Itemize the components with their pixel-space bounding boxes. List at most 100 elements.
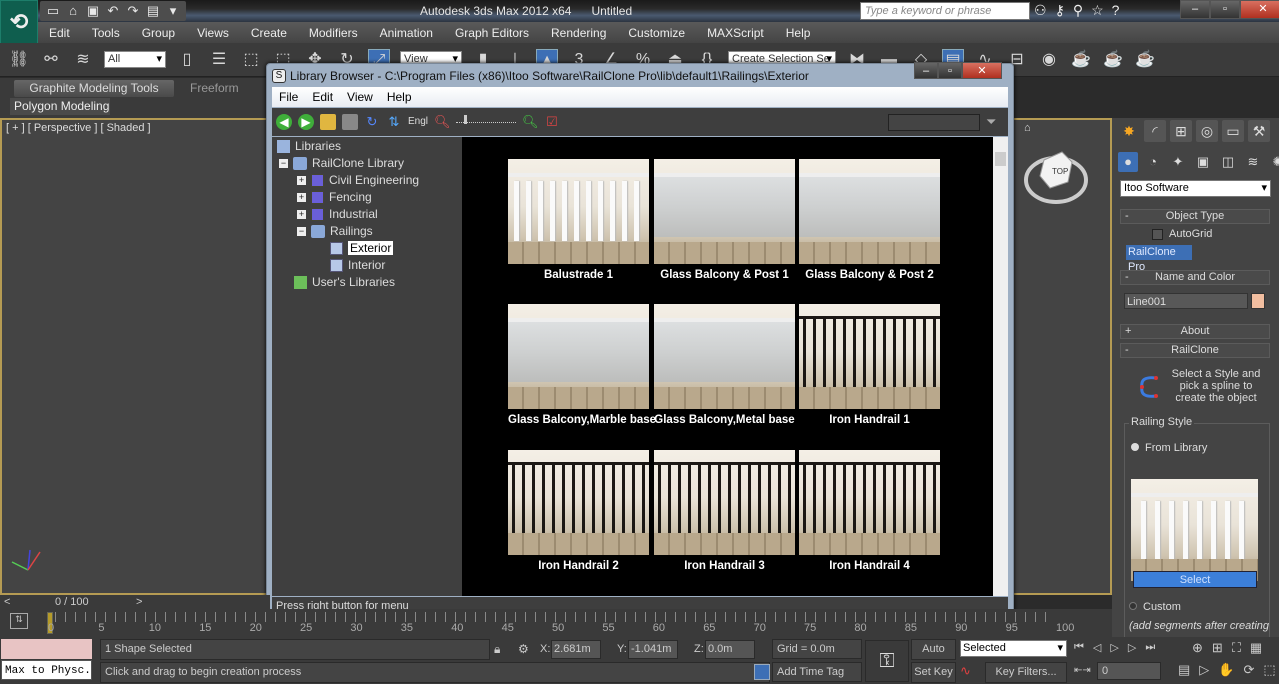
field-of-view-icon[interactable]: ▷	[1199, 662, 1209, 678]
dialog-menu-edit[interactable]: Edit	[305, 90, 340, 104]
time-slider[interactable]	[0, 595, 270, 609]
library-item-thumbnail[interactable]	[799, 304, 940, 409]
set-keys-icon[interactable]: ⚿	[865, 640, 909, 682]
radio-selected[interactable]	[1131, 443, 1139, 451]
time-slider-prev[interactable]: <	[4, 596, 10, 608]
tab-freeform[interactable]: Freeform	[190, 80, 239, 97]
zoom-icon[interactable]: ⊕	[1192, 640, 1203, 656]
menu-animation[interactable]: Animation	[369, 26, 444, 40]
back-icon[interactable]: ◀	[276, 114, 292, 130]
mini-curve-editor-icon[interactable]: ⇅	[10, 613, 28, 629]
helpers-icon[interactable]: ◫	[1218, 152, 1238, 172]
key-icon[interactable]: ⚷	[1055, 2, 1065, 19]
lights-icon[interactable]: ✦	[1168, 152, 1188, 172]
satellite-icon[interactable]: ⚲	[1073, 2, 1083, 19]
select-style-button[interactable]: Select	[1133, 571, 1257, 588]
checkbox-box[interactable]	[1152, 228, 1163, 240]
play-icon[interactable]: ▷	[1110, 641, 1118, 654]
key-mode-dropdown[interactable]: Selected	[960, 640, 1067, 657]
previous-frame-icon[interactable]: ◁	[1093, 641, 1101, 654]
customize-qat-icon[interactable]: ▾	[166, 4, 180, 18]
render-setup-icon[interactable]: ☕	[1070, 49, 1092, 71]
time-slider-next[interactable]: >	[136, 596, 142, 608]
y-coordinate-input[interactable]: -1.041m	[628, 640, 678, 659]
spacewarps-icon[interactable]: ≋	[1243, 152, 1263, 172]
tree-node-exterior[interactable]: Exterior	[330, 241, 394, 255]
select-by-name-icon[interactable]: ☰	[208, 49, 230, 71]
scrollbar-thumb[interactable]	[995, 152, 1006, 166]
tree-node-interior[interactable]: Interior	[330, 258, 385, 272]
time-configuration-icon[interactable]: ▤	[1178, 662, 1190, 678]
library-item-thumbnail[interactable]	[799, 159, 940, 264]
zoom-extents-icon[interactable]: ⛶	[1232, 640, 1241, 656]
minimize-button[interactable]: –	[1180, 0, 1210, 19]
object-color-swatch[interactable]	[1251, 293, 1265, 309]
selection-filter-dropdown[interactable]: All	[104, 51, 166, 68]
library-item[interactable]: Iron Handrail 4	[799, 450, 940, 572]
time-tag-icon[interactable]	[754, 664, 770, 680]
railclone-pro-button[interactable]: RailClone Pro	[1126, 245, 1192, 273]
library-search-input[interactable]	[888, 114, 980, 131]
tree-node-users-libraries[interactable]: User's Libraries	[294, 275, 395, 289]
motion-tab-icon[interactable]: ◎	[1196, 120, 1218, 142]
dialog-title-bar[interactable]: S Library Browser - C:\Program Files (x86…	[272, 66, 1012, 86]
library-item[interactable]: Iron Handrail 2	[508, 450, 649, 572]
sort-icon[interactable]: ⇅	[386, 114, 402, 130]
menu-graph-editors[interactable]: Graph Editors	[444, 26, 540, 40]
open-folder-icon[interactable]	[320, 114, 336, 130]
orbit-icon[interactable]: ⟳	[1243, 662, 1254, 678]
render-production-icon[interactable]: ☕	[1134, 49, 1156, 71]
project-folder-icon[interactable]: ▤	[146, 4, 160, 18]
zoom-out-icon[interactable]: 🔍︎	[434, 114, 451, 130]
maximize-viewport-icon[interactable]: ⬚	[1263, 662, 1275, 678]
link-icon[interactable]: ⛓	[8, 49, 30, 71]
systems-icon[interactable]: ✺	[1268, 152, 1279, 172]
railclone-rollout-header[interactable]: - RailClone	[1120, 343, 1270, 358]
library-item[interactable]: Glass Balcony,Metal base	[654, 304, 795, 426]
z-coordinate-input[interactable]: 0.0m	[705, 640, 755, 659]
viewport-label[interactable]: [ + ] [ Perspective ] [ Shaded ]	[6, 122, 151, 134]
material-editor-icon[interactable]: ◉	[1038, 49, 1060, 71]
library-item-thumbnail[interactable]	[654, 304, 795, 409]
display-tab-icon[interactable]: ▭	[1222, 120, 1244, 142]
tab-graphite-modeling-tools[interactable]: Graphite Modeling Tools	[14, 80, 174, 97]
auto-key-button[interactable]: Auto Key	[911, 639, 956, 674]
key-mode-toggle-icon[interactable]: ⇤⇥	[1074, 665, 1091, 676]
new-file-icon[interactable]: ▭	[46, 4, 60, 18]
library-item-thumbnail[interactable]	[799, 450, 940, 555]
menu-tools[interactable]: Tools	[81, 26, 131, 40]
select-object-icon[interactable]: ▯	[176, 49, 198, 71]
slider-thumb[interactable]	[464, 115, 467, 124]
menu-views[interactable]: Views	[186, 26, 240, 40]
binoculars-icon[interactable]: ⚇	[1034, 2, 1047, 19]
zoom-extents-all-icon[interactable]: ▦	[1250, 640, 1262, 656]
viewcube[interactable]: TOP	[1022, 140, 1090, 208]
library-item[interactable]: Iron Handrail 1	[799, 304, 940, 426]
collapse-icon[interactable]: −	[279, 158, 288, 168]
default-tangent-icon[interactable]: ∿	[960, 663, 971, 679]
open-file-icon[interactable]: ⌂	[66, 4, 80, 18]
redo-icon[interactable]: ↷	[126, 4, 140, 18]
menu-create[interactable]: Create	[240, 26, 298, 40]
tree-node-railclone-library[interactable]: − RailClone Library	[279, 156, 404, 170]
next-frame-icon[interactable]: ▷	[1128, 641, 1136, 654]
from-library-radio[interactable]: From Library	[1131, 442, 1207, 454]
star-icon[interactable]: ☆	[1091, 2, 1104, 19]
add-time-tag[interactable]: Add Time Tag	[772, 662, 862, 682]
hierarchy-tab-icon[interactable]: ⊞	[1170, 120, 1192, 142]
maxscript-mini-listener[interactable]: Max to Physc.	[1, 660, 92, 680]
expand-icon[interactable]: +	[297, 175, 306, 185]
key-filters-button[interactable]: Key Filters...	[985, 662, 1067, 683]
menu-customize[interactable]: Customize	[617, 26, 696, 40]
about-rollout-header[interactable]: + About	[1120, 324, 1270, 339]
library-item-thumbnail[interactable]	[508, 159, 649, 264]
polygon-modeling-panel[interactable]: Polygon Modeling	[10, 98, 110, 115]
go-to-start-icon[interactable]: ⏮	[1074, 641, 1084, 654]
dialog-menu-view[interactable]: View	[340, 90, 380, 104]
object-category-dropdown[interactable]: Itoo Software	[1120, 180, 1271, 197]
forward-icon[interactable]: ▶	[298, 114, 314, 130]
help-icon[interactable]: ?	[1112, 2, 1120, 19]
utilities-tab-icon[interactable]: ⚒	[1248, 120, 1270, 142]
custom-radio[interactable]: Custom	[1129, 601, 1181, 613]
stop-icon[interactable]	[342, 114, 358, 130]
